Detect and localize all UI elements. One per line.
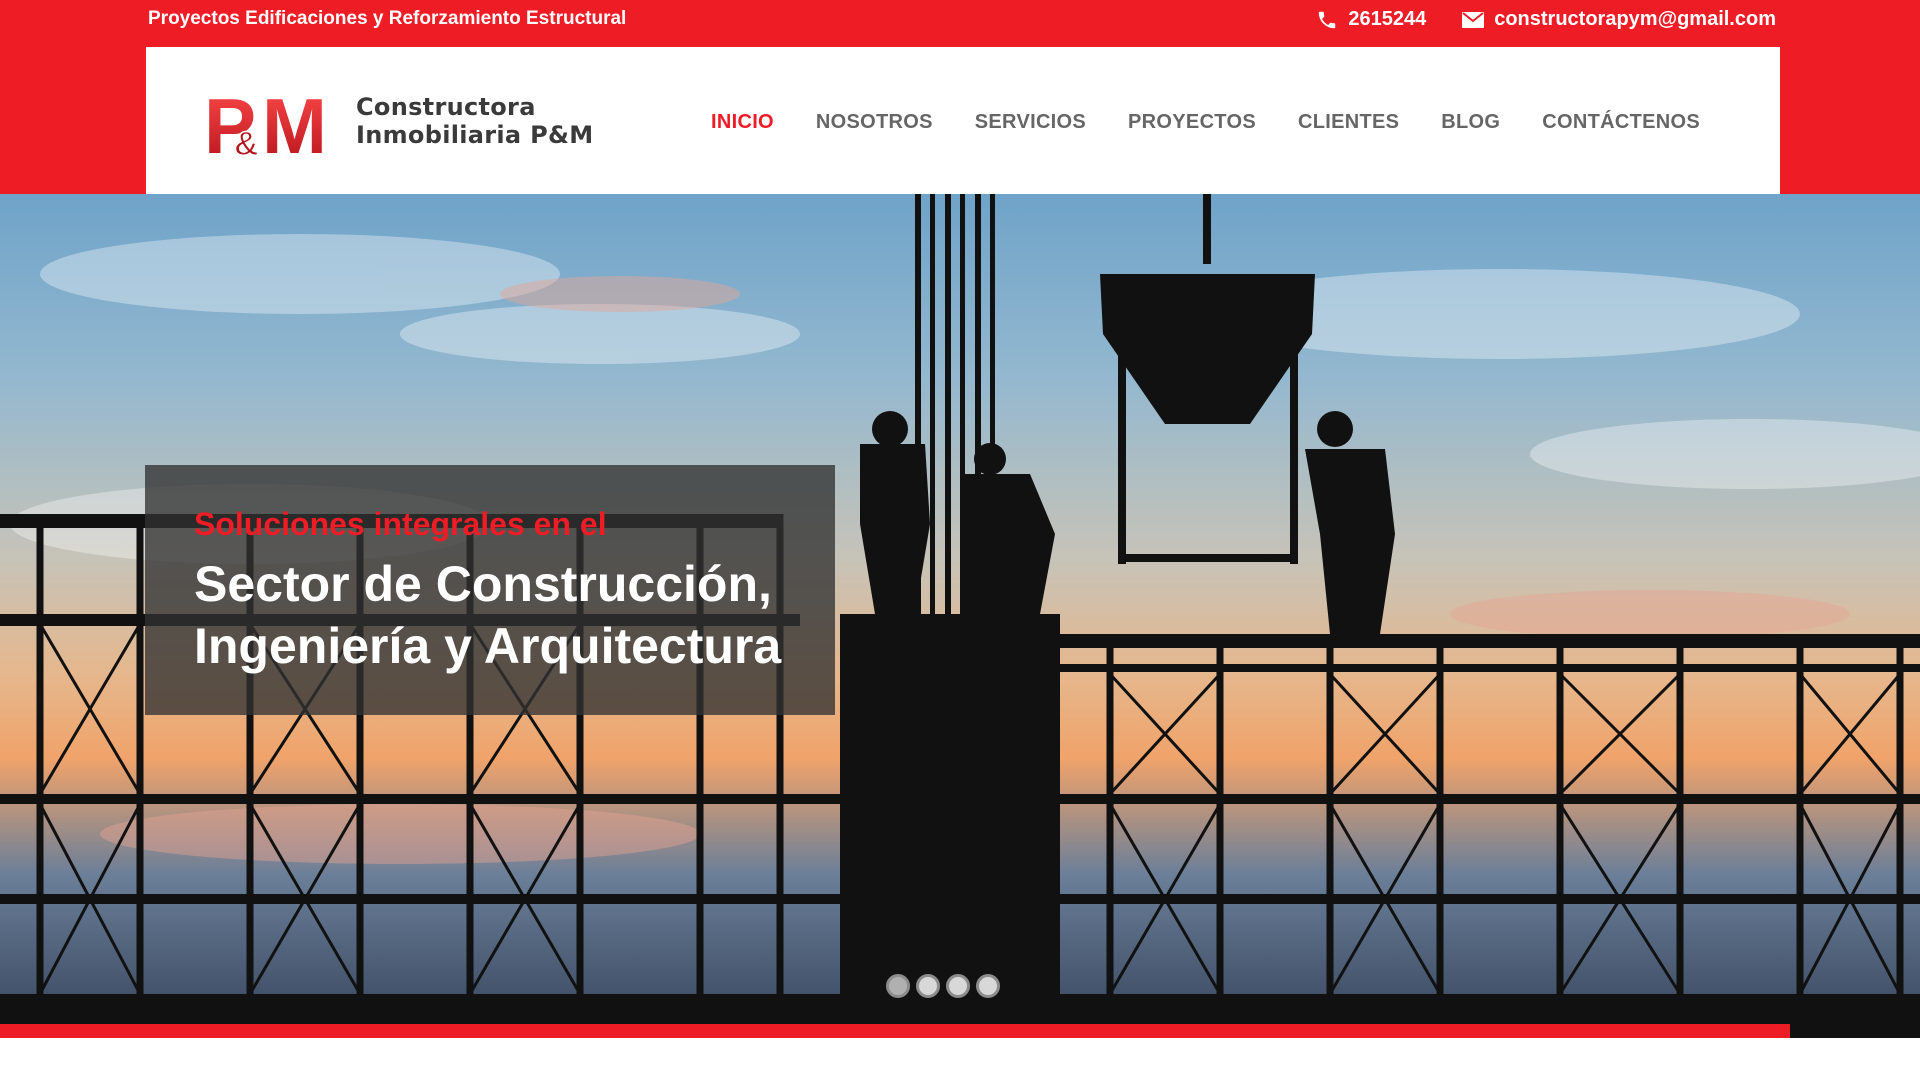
phone-number: 2615244 [1348, 8, 1427, 30]
svg-text:&: & [234, 125, 259, 159]
svg-text:M: M [262, 83, 327, 159]
tagline: Proyectos Edificaciones y Reforzamiento … [148, 8, 627, 29]
logo-line-2: Inmobiliaria P&M [356, 121, 594, 149]
hero-subtitle: Soluciones integrales en el [194, 506, 607, 542]
slider-dot-3[interactable] [946, 974, 970, 998]
nav-nosotros[interactable]: NOSOTROS [816, 111, 933, 134]
main-nav: INICIO NOSOTROS SERVICIOS PROYECTOS CLIE… [711, 111, 1700, 134]
slider-pagination [886, 974, 1000, 998]
phone-link[interactable]: 2615244 [1316, 8, 1426, 31]
phone-icon [1316, 9, 1338, 31]
hero-title: Sector de Construcción, Ingeniería y Arq… [194, 553, 781, 677]
bottom-red-bar [0, 1024, 1790, 1038]
logo-line-1: Constructora [356, 93, 536, 121]
email-link[interactable]: constructorapym@gmail.com [1462, 8, 1776, 31]
header: P M & Constructora Inmobiliaria P&M INIC… [146, 47, 1780, 194]
slider-dot-2[interactable] [916, 974, 940, 998]
email-address: constructorapym@gmail.com [1494, 8, 1776, 30]
slider-dot-4[interactable] [976, 974, 1000, 998]
logo-mark: P M & [204, 82, 334, 170]
nav-servicios[interactable]: SERVICIOS [975, 111, 1086, 134]
contact-bar: 2615244 constructorapym@gmail.com [1316, 8, 1776, 31]
envelope-icon [1462, 11, 1485, 28]
nav-contactenos[interactable]: CONTÁCTENOS [1542, 111, 1700, 134]
logo[interactable]: P M & Constructora Inmobiliaria P&M [204, 82, 593, 170]
nav-proyectos[interactable]: PROYECTOS [1128, 111, 1256, 134]
nav-clientes[interactable]: CLIENTES [1298, 111, 1399, 134]
logo-text: Constructora Inmobiliaria P&M [356, 93, 593, 149]
hero-title-line-1: Sector de Construcción, [194, 556, 772, 612]
hero-title-line-2: Ingeniería y Arquitectura [194, 618, 782, 674]
nav-blog[interactable]: BLOG [1441, 111, 1500, 134]
nav-inicio[interactable]: INICIO [711, 111, 774, 134]
bottom-black-bar [1790, 1024, 1920, 1038]
slider-dot-1[interactable] [886, 974, 910, 998]
